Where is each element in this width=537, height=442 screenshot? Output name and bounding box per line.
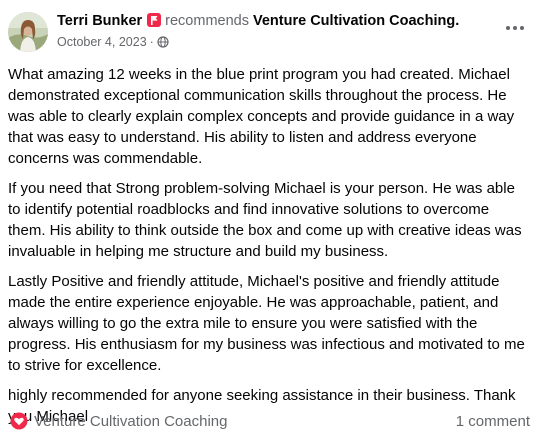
- more-options-icon[interactable]: [503, 20, 527, 36]
- post-date[interactable]: October 4, 2023: [57, 35, 147, 49]
- recommend-flag-icon: [146, 12, 162, 34]
- post-footer: Venture Cultivation Coaching 1 comment: [0, 410, 537, 434]
- globe-icon: [157, 36, 169, 52]
- comment-count-link[interactable]: 1 comment: [456, 412, 530, 432]
- post-paragraph: If you need that Strong problem-solving …: [8, 180, 522, 260]
- recommends-label: recommends: [165, 13, 249, 29]
- post-paragraph: What amazing 12 weeks in the blue print …: [8, 66, 515, 167]
- meta-separator: ·: [149, 35, 154, 49]
- post-meta: October 4, 2023 ·: [57, 34, 169, 52]
- post-body: What amazing 12 weeks in the blue print …: [8, 64, 530, 436]
- avatar[interactable]: [8, 12, 48, 52]
- heart-icon: [10, 412, 28, 435]
- footer-page-name[interactable]: Venture Cultivation Coaching: [34, 412, 227, 432]
- more-dot: [506, 26, 510, 30]
- recommended-page-name[interactable]: Venture Cultivation Coaching: [253, 13, 455, 29]
- post-paragraph: Lastly Positive and friendly attitude, M…: [8, 273, 525, 374]
- title-period: .: [455, 13, 460, 29]
- more-dot: [520, 26, 524, 30]
- post-header: Terri Bunker recommends Venture Cultivati…: [0, 0, 537, 60]
- author-name[interactable]: Terri Bunker: [57, 13, 142, 29]
- more-dot: [513, 26, 517, 30]
- post-title-line: Terri Bunker recommends Venture Cultivati…: [57, 12, 459, 34]
